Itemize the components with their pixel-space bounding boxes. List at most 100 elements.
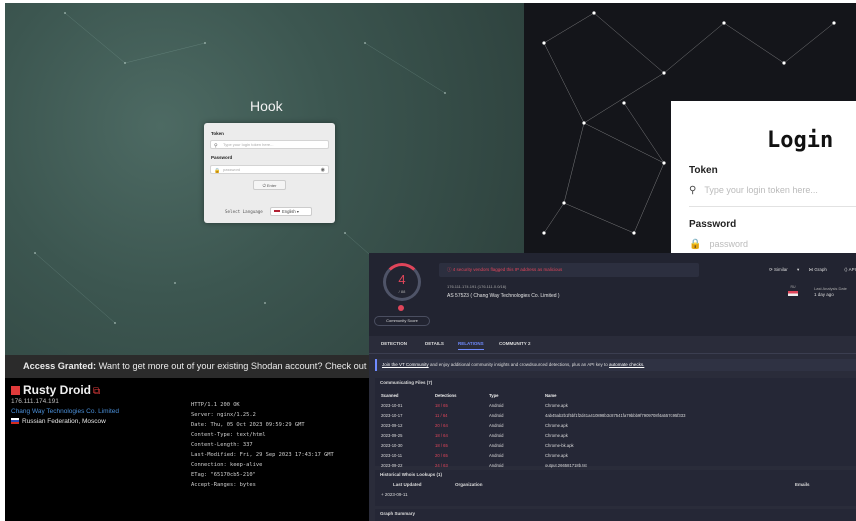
cell-detections: 18 / 65	[435, 403, 448, 408]
col-type: Type	[489, 393, 499, 398]
cell-detections: 20 / 65	[435, 453, 448, 458]
whois-col-org: Organization	[455, 482, 483, 487]
input-underline	[689, 206, 856, 207]
cell-scanned: 2023-10-11	[381, 453, 403, 458]
tab-relations[interactable]: RELATIONS	[458, 341, 484, 350]
detection-score-ring: 4 / 88	[383, 263, 421, 301]
cell-name: Chrome-bk.apk	[545, 443, 574, 448]
graph-button[interactable]: ⋈ Graph	[809, 267, 835, 272]
access-banner[interactable]: Access Granted: Want to get more out of …	[5, 355, 369, 378]
table-row[interactable]: 2023-10-01 18 / 65 Android Chrome.apk	[381, 401, 685, 411]
dark-login-panel: Login Token ⚲ Type your login token here.…	[524, 3, 856, 253]
automate-checks-link[interactable]: automate checks.	[609, 362, 644, 367]
key-icon: ⚲	[214, 143, 218, 149]
files-title: Communicating Files (7)	[380, 380, 433, 385]
cell-name: Chrome.apk	[545, 433, 568, 438]
http-response: HTTP/1.1 200 OK Server: nginx/1.25.2 Dat…	[191, 402, 334, 488]
us-flag-icon	[274, 209, 280, 214]
community-score-label: Community Score	[386, 318, 418, 323]
enter-button-label: Enter	[266, 183, 277, 188]
graph-label: Graph	[814, 267, 827, 272]
host-org-link[interactable]: Chang Way Technologies Co. Limited	[11, 408, 119, 415]
vt-community-banner: Join the VT Community and enjoy addition…	[375, 359, 856, 371]
cell-scanned: 2023-09-25	[381, 433, 403, 438]
cell-detections: 18 / 64	[435, 433, 448, 438]
host-country: Russian Federation, Moscow	[11, 418, 119, 425]
community-count: 2	[527, 341, 531, 346]
vt-tabs: DETECTION DETAILS RELATIONS COMMUNITY 2	[369, 336, 856, 354]
token-placeholder: Type your login token here...	[704, 185, 818, 195]
detection-total: / 88	[398, 289, 406, 294]
cell-scanned: 2023-09-12	[381, 423, 403, 428]
table-row[interactable]: 2023-09-12 20 / 64 Android Chrome.apk	[381, 421, 685, 431]
api-button[interactable]: ⟨⟩ API	[844, 267, 856, 272]
cell-name: Chrome.apk	[545, 423, 568, 428]
cell-type: Android	[489, 413, 504, 418]
table-row[interactable]: 2023-10-11 20 / 65 Android Chrome.apk	[381, 451, 685, 461]
tab-community[interactable]: COMMUNITY 2	[499, 341, 530, 346]
ip-range: 176.111.174.191 (176.111.0.0/16)	[447, 284, 507, 289]
graph-summary-section: Graph Summary	[375, 509, 856, 521]
cell-name: Chrome.apk	[545, 453, 568, 458]
cell-scanned: 2023-10-17	[381, 413, 403, 418]
tab-detection[interactable]: DETECTION	[381, 341, 407, 346]
cell-scanned: 2023-10-01	[381, 403, 403, 408]
host-title[interactable]: Rusty Droid ⧉	[11, 383, 119, 397]
community-tab-label: COMMUNITY	[499, 341, 527, 346]
host-info: Rusty Droid ⧉ 176.111.174.191 Chang Way T…	[11, 383, 119, 425]
lock-icon: 🔒	[689, 239, 702, 250]
cell-detections: 20 / 64	[435, 423, 448, 428]
cell-type: Android	[489, 453, 504, 458]
whois-col-emails: Emails	[795, 482, 810, 487]
tab-details[interactable]: DETAILS	[425, 341, 444, 346]
col-scanned: Scanned	[381, 393, 399, 398]
cell-detections: 18 / 65	[435, 443, 448, 448]
banner-text: and enjoy additional community insights …	[428, 362, 610, 367]
host-icon	[11, 386, 20, 395]
token-input[interactable]: ⚲ Type your login token here...	[689, 185, 818, 196]
last-analysis-value: 1 day ago	[814, 292, 834, 297]
eye-icon[interactable]: ◉	[321, 166, 325, 174]
country-text: Russian Federation, Moscow	[22, 418, 106, 425]
cell-type: Android	[489, 403, 504, 408]
whois-row[interactable]: + 2023-09-11	[381, 490, 408, 500]
token-input[interactable]: ⚲ Type your login token here...	[210, 140, 329, 149]
hook-login-card: Token ⚲ Type your login token here... Pa…	[204, 123, 335, 223]
flag-icon	[788, 291, 798, 296]
external-link-icon[interactable]: ⧉	[93, 386, 100, 397]
cell-type: Android	[489, 423, 504, 428]
table-row[interactable]: 2023-09-25 18 / 64 Android Chrome.apk	[381, 431, 685, 441]
password-input[interactable]: 🔒 password ◉	[210, 165, 329, 174]
enter-button[interactable]: ⏻ Enter	[253, 180, 286, 190]
pin-icon	[398, 305, 404, 311]
communicating-files-section: Communicating Files (7) Scanned Detectio…	[375, 378, 856, 468]
table-row[interactable]: 2023-10-17 11 / 64 Android 4ab45ab2b1f5bf1f…	[381, 411, 685, 421]
community-score[interactable]: Community Score	[374, 316, 430, 326]
table-row[interactable]: 2023-10-30 18 / 65 Android Chrome-bk.apk	[381, 441, 685, 451]
whois-title: Historical Whois Lookups (1)	[380, 472, 443, 477]
cell-scanned: 2023-10-30	[381, 443, 403, 448]
col-detections: Detections	[435, 393, 457, 398]
cell-type: Android	[489, 443, 504, 448]
hook-title: Hook	[250, 98, 283, 114]
banner-text: Want to get more out of your existing Sh…	[96, 361, 367, 371]
password-label: Password	[689, 219, 737, 230]
asn[interactable]: AS 57523 ( Chang Way Technologies Co. Li…	[447, 293, 560, 299]
login-title: Login	[767, 128, 834, 153]
whois-col-updated: Last Updated	[393, 482, 422, 487]
similar-button[interactable]: ⟳ Similar ▾	[769, 267, 799, 272]
language-select[interactable]: English ▾	[270, 207, 312, 216]
token-label: Token	[689, 165, 718, 176]
api-label: API	[848, 267, 856, 272]
join-community-link[interactable]: Join the VT Community	[382, 362, 429, 367]
whois-date: 2023-09-11	[384, 492, 408, 497]
last-analysis-label: Last Analysis Date	[814, 286, 847, 291]
cell-detections: 11 / 64	[435, 413, 448, 418]
password-label: Password	[211, 155, 233, 160]
country-code: RU	[790, 285, 796, 289]
detection-score: 4	[398, 272, 406, 287]
host-ip: 176.111.174.191	[11, 398, 59, 405]
shodan-panel: Access Granted: Want to get more out of …	[5, 355, 369, 521]
whois-section: Historical Whois Lookups (1) Last Update…	[375, 470, 856, 506]
password-input[interactable]: 🔒 password	[689, 239, 748, 250]
